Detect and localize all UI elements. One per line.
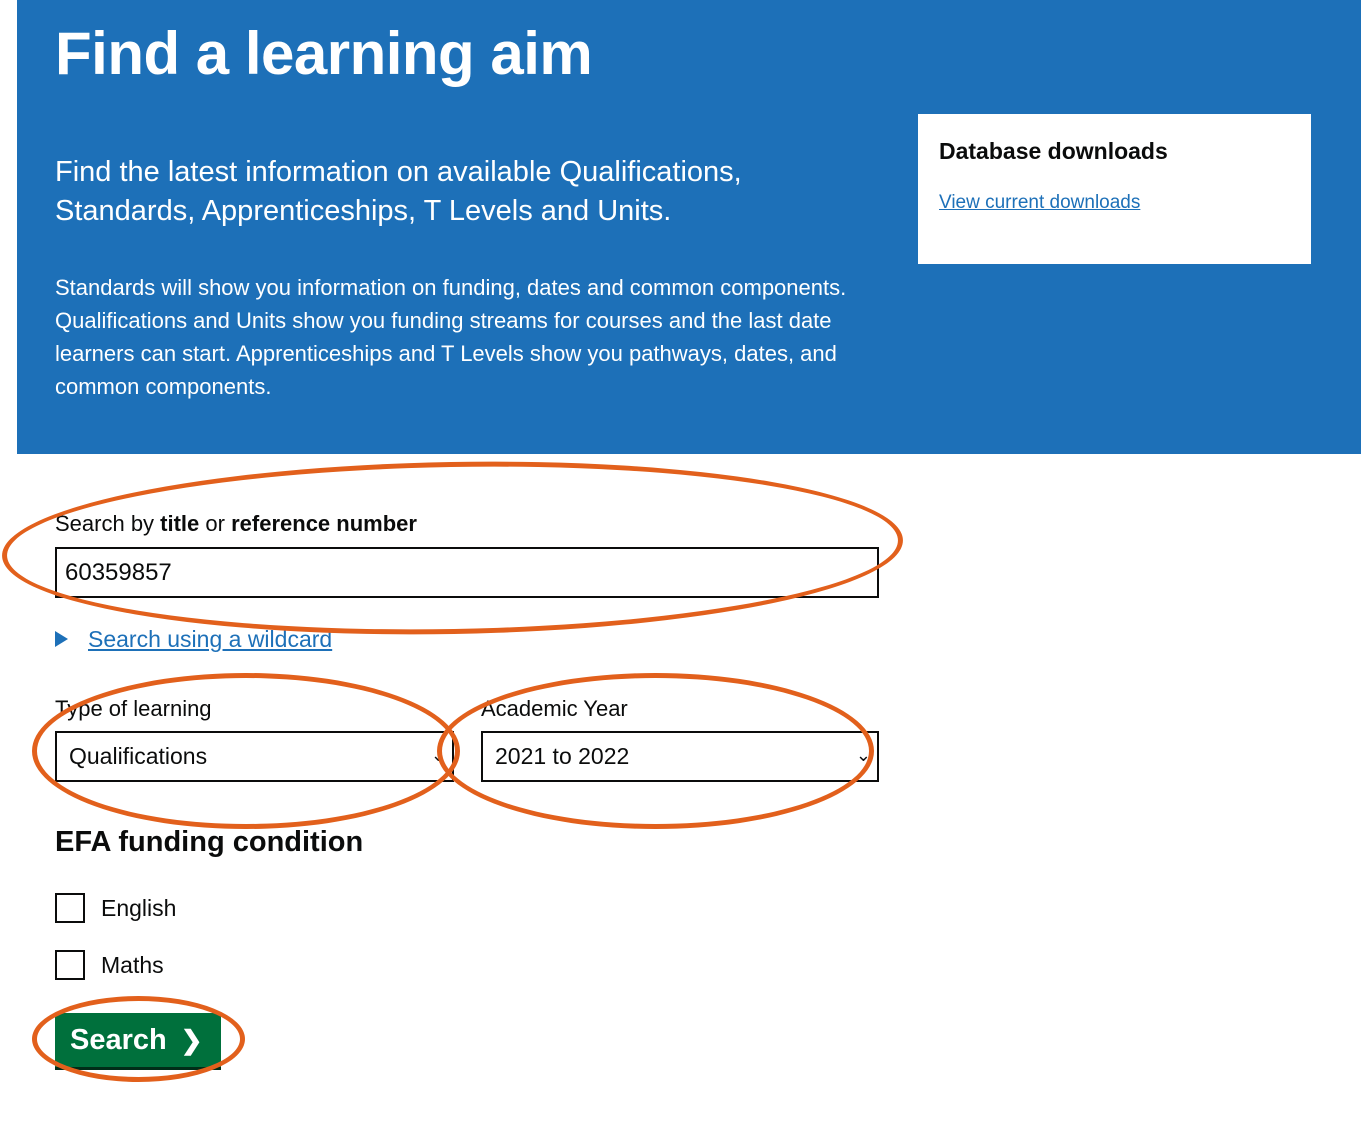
search-label-title: title — [160, 511, 200, 536]
english-checkbox[interactable] — [55, 893, 85, 923]
downloads-title: Database downloads — [939, 138, 1168, 164]
search-label-or: or — [199, 511, 232, 536]
maths-checkbox[interactable] — [55, 950, 85, 980]
type-of-learning-label: Type of learning — [55, 696, 212, 721]
hero-body-text: Standards will show you information on f… — [55, 275, 847, 399]
academic-year-select[interactable]: 2021 to 2022 ⌄ — [481, 731, 879, 782]
chevron-down-icon: ⌄ — [855, 745, 871, 765]
type-of-learning-value: Qualifications — [69, 743, 208, 769]
page-title: Find a learning aim — [55, 20, 593, 87]
database-downloads-panel: Database downloads View current download… — [918, 114, 1311, 264]
efa-funding-heading: EFA funding condition — [55, 826, 364, 858]
maths-checkbox-label[interactable]: Maths — [101, 950, 164, 980]
search-button-label: Search — [70, 1023, 167, 1056]
type-of-learning-select[interactable]: Qualifications ⌄ — [55, 731, 454, 782]
wildcard-details-toggle[interactable]: Search using a wildcard — [55, 624, 332, 654]
search-label-reference: reference number — [231, 511, 417, 536]
english-checkbox-row[interactable]: English — [55, 893, 176, 923]
wildcard-link[interactable]: Search using a wildcard — [88, 624, 332, 654]
search-label-prefix: Search by — [55, 511, 161, 536]
expand-triangle-icon — [55, 631, 68, 647]
academic-year-value: 2021 to 2022 — [495, 743, 630, 769]
maths-checkbox-row[interactable]: Maths — [55, 950, 164, 980]
view-downloads-link[interactable]: View current downloads — [939, 192, 1140, 214]
chevron-down-icon: ⌄ — [430, 745, 446, 765]
search-button[interactable]: Search ❯ — [55, 1013, 221, 1067]
chevron-right-icon: ❯ — [180, 1024, 203, 1055]
search-input[interactable] — [55, 547, 879, 598]
english-checkbox-label[interactable]: English — [101, 893, 176, 923]
search-label: Search by title or reference number — [55, 509, 417, 539]
hero-lead-text: Find the latest information on available… — [55, 156, 742, 227]
academic-year-label: Academic Year — [481, 696, 628, 721]
